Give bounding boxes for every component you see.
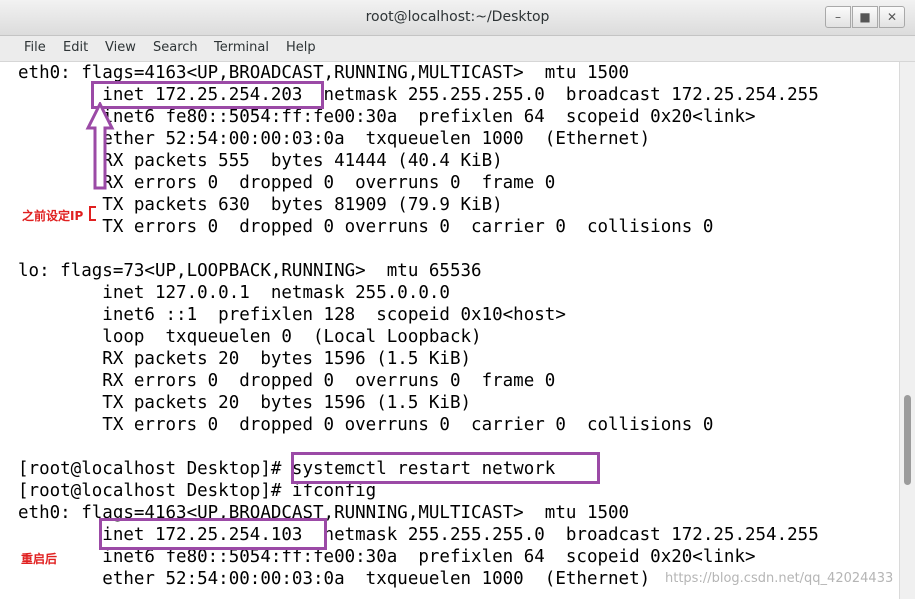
menu-help[interactable]: Help — [286, 40, 316, 55]
minimize-button[interactable]: – — [825, 6, 851, 28]
note-after-restart: 重启后 — [21, 552, 58, 566]
menu-bar: File Edit View Search Terminal Help — [0, 36, 915, 62]
close-button[interactable]: ✕ — [879, 6, 905, 28]
watermark: https://blog.csdn.net/qq_42024433 — [665, 571, 894, 586]
menu-view[interactable]: View — [105, 40, 136, 55]
terminal-scrollbar[interactable] — [899, 62, 915, 599]
terminal-line: inet6 fe80::5054:ff:fe00:30a prefixlen 6… — [18, 107, 756, 127]
window-titlebar[interactable]: root@localhost:~/Desktop – ■ ✕ — [0, 0, 915, 36]
menu-file[interactable]: File — [24, 40, 46, 55]
terminal-line: TX errors 0 dropped 0 overruns 0 carrier… — [18, 217, 714, 237]
terminal-line: TX packets 20 bytes 1596 (1.5 KiB) — [18, 393, 472, 413]
highlight-old-ip — [91, 81, 324, 109]
terminal-line: loop txqueuelen 0 (Local Loopback) — [18, 327, 482, 347]
highlight-restart-command — [291, 452, 600, 484]
note-previous-ip: 之前设定IP — [22, 206, 97, 224]
highlight-new-ip — [99, 518, 327, 550]
menu-terminal[interactable]: Terminal — [214, 40, 269, 55]
note-previous-ip-label: 之前设定IP — [22, 209, 84, 223]
maximize-button[interactable]: ■ — [852, 6, 878, 28]
terminal-line: ether 52:54:00:00:03:0a txqueuelen 1000 … — [18, 569, 651, 589]
terminal-line: inet 127.0.0.1 netmask 255.0.0.0 — [18, 283, 450, 303]
terminal-line: TX errors 0 dropped 0 overruns 0 carrier… — [18, 415, 714, 435]
terminal-line: lo: flags=73<UP,LOOPBACK,RUNNING> mtu 65… — [18, 261, 482, 281]
scrollbar-thumb[interactable] — [904, 395, 911, 485]
menu-search[interactable]: Search — [153, 40, 198, 55]
window-title: root@localhost:~/Desktop — [365, 9, 550, 25]
menu-edit[interactable]: Edit — [63, 40, 88, 55]
terminal-line: RX packets 20 bytes 1596 (1.5 KiB) — [18, 349, 472, 369]
terminal-line: inet6 ::1 prefixlen 128 scopeid 0x10<hos… — [18, 305, 566, 325]
arrow-up-icon — [85, 102, 115, 190]
terminal-line: RX errors 0 dropped 0 overruns 0 frame 0 — [18, 371, 556, 391]
